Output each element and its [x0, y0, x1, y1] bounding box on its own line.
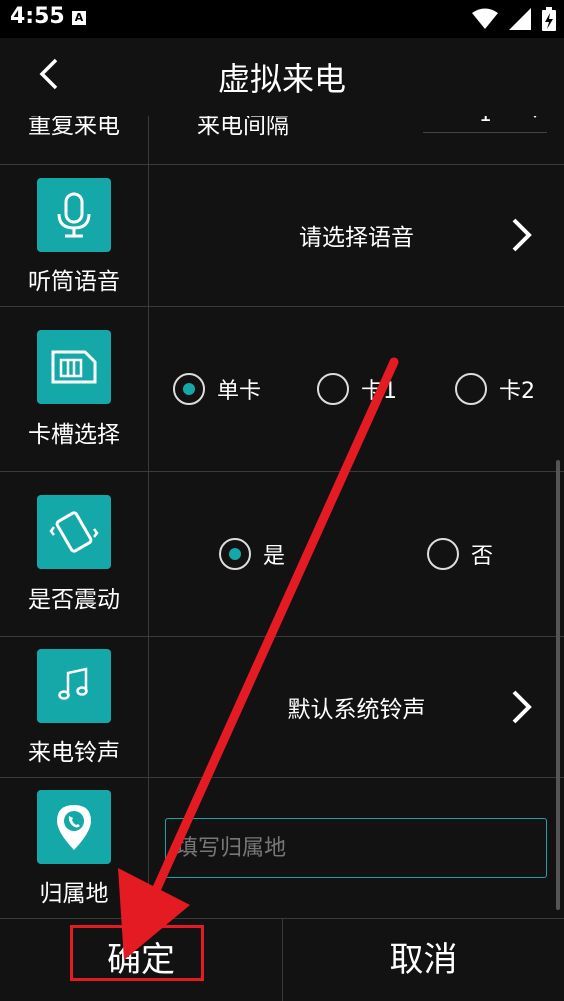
microphone-icon: [57, 192, 91, 238]
battery-icon: [542, 7, 556, 31]
sim-tile: [37, 330, 111, 404]
bottom-action-bar: 确定 取消: [0, 918, 564, 1001]
row-ringtone[interactable]: 来电铃声 默认系统铃声: [0, 637, 564, 778]
row-label: 卡槽选择: [28, 422, 120, 448]
interval-label: 来电间隔: [197, 116, 289, 139]
radio-card1[interactable]: 卡1: [317, 373, 397, 405]
row-label: 是否震动: [28, 587, 120, 613]
app-header: 虚拟来电: [0, 38, 564, 116]
radio-vibrate-yes[interactable]: 是: [219, 538, 285, 570]
scrollbar[interactable]: [556, 460, 560, 910]
row-location: 归属地: [0, 778, 564, 918]
radio-button[interactable]: [427, 538, 459, 570]
radio-button[interactable]: [317, 373, 349, 405]
row-vibrate: 是否震动 是 否: [0, 472, 564, 637]
interval-dropdown[interactable]: 1: [423, 116, 547, 133]
interval-value: 1: [479, 116, 492, 126]
signal-icon: [508, 8, 531, 30]
settings-list: 重复来电 来电间隔 1 听筒语音 请选择语音: [0, 116, 564, 918]
status-icons: [466, 7, 556, 31]
dropdown-arrow-icon: [533, 116, 537, 118]
chevron-right-icon[interactable]: [510, 217, 534, 253]
ringtone-tile: [37, 649, 111, 723]
sim-card-icon: [51, 350, 97, 384]
wifi-icon: [471, 8, 498, 29]
row-label: 重复来电: [28, 116, 120, 139]
radio-button-checked[interactable]: [219, 538, 251, 570]
cancel-button[interactable]: 取消: [283, 919, 564, 1001]
radio-label: 否: [471, 544, 494, 569]
radio-label: 卡1: [361, 379, 397, 404]
row-voice[interactable]: 听筒语音 请选择语音: [0, 164, 564, 307]
radio-single-card[interactable]: 单卡: [173, 373, 261, 405]
row-label: 来电铃声: [28, 740, 120, 766]
notification-icon: A: [72, 11, 86, 25]
radio-button[interactable]: [455, 373, 487, 405]
status-time: 4:55: [10, 4, 65, 29]
row-label: 归属地: [39, 881, 109, 907]
location-phone-icon: [57, 805, 91, 850]
music-note-icon: [58, 667, 88, 700]
vibrate-tile: [37, 495, 111, 569]
status-bar: 4:55 A: [0, 0, 564, 38]
radio-vibrate-no[interactable]: 否: [427, 538, 493, 570]
voice-value[interactable]: 请选择语音: [149, 218, 564, 252]
radio-label: 是: [263, 544, 286, 569]
location-input[interactable]: [165, 818, 547, 878]
location-tile: [37, 790, 111, 864]
row-label: 听筒语音: [28, 269, 120, 295]
vibrate-phone-icon: [49, 511, 99, 553]
radio-label: 单卡: [217, 379, 262, 404]
voice-tile: [37, 178, 111, 252]
annotation-highlight-box: [70, 925, 204, 981]
radio-button-checked[interactable]: [173, 373, 205, 405]
radio-label: 卡2: [499, 379, 535, 404]
chevron-right-icon[interactable]: [510, 689, 534, 725]
page-title: 虚拟来电: [217, 60, 346, 98]
ringtone-value[interactable]: 默认系统铃声: [149, 690, 564, 724]
row-repeat-call: 重复来电 来电间隔 1: [0, 116, 564, 165]
row-sim-slot: 卡槽选择 单卡 卡1 卡2: [0, 307, 564, 472]
radio-card2[interactable]: 卡2: [455, 373, 535, 405]
